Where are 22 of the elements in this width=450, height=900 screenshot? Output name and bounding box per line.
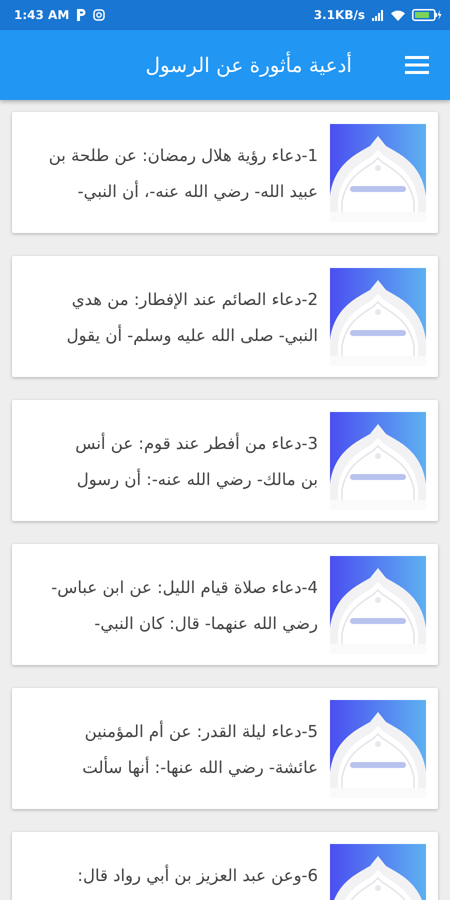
- list-card[interactable]: 6-وعن عبد العزيز بن أبي رواد قال:: [12, 832, 438, 900]
- list-card[interactable]: 3-دعاء من أفطر عند قوم: عن أنس بن مالك- رضي الله عنه-: أن رسول: [12, 400, 438, 521]
- item-text: 2-دعاء الصائم عند الإفطار: من هدي النبي- صلى الله عليه وسلم- أن يقول: [66, 289, 318, 347]
- signal-icon: [372, 10, 384, 20]
- list-card[interactable]: 1-دعاء رؤية هلال رمضان: عن طلحة بن عبيد الله- رضي الله عنه-، أن النبي-: [12, 112, 438, 233]
- item-text: 6-وعن عبد العزيز بن أبي رواد قال:: [76, 864, 318, 887]
- menu-icon: [405, 56, 429, 74]
- network-speed: 3.1KB/s: [314, 8, 365, 22]
- item-text: 4-دعاء صلاة قيام الليل: عن ابن عباس- رضي الله عنهما- قال: كان النبي-: [50, 577, 318, 635]
- list-card[interactable]: 4-دعاء صلاة قيام الليل: عن ابن عباس- رضي الله عنهما- قال: كان النبي-: [12, 544, 438, 665]
- wifi-icon: [391, 10, 405, 20]
- battery-icon: [412, 9, 442, 21]
- parking-icon: [76, 9, 86, 21]
- item-text: 5-دعاء ليلة القدر: عن أم المؤمنين عائشة- رضي الله عنها-: أنها سألت: [81, 720, 318, 779]
- app-title: أدعية مأثورة عن الرسول: [145, 53, 353, 77]
- item-text: 1-دعاء رؤية هلال رمضان: عن طلحة بن عبيد الله- رضي الله عنه-، أن النبي-: [48, 145, 318, 203]
- list-card[interactable]: 2-دعاء الصائم عند الإفطار: من هدي النبي- صلى الله عليه وسلم- أن يقول: [12, 256, 438, 377]
- list-card[interactable]: 5-دعاء ليلة القدر: عن أم المؤمنين عائشة- رضي الله عنها-: أنها سألت: [12, 688, 438, 809]
- clock: 1:43 AM: [14, 8, 70, 22]
- item-text: 3-دعاء من أفطر عند قوم: عن أنس بن مالك- رضي الله عنه-: أن رسول: [74, 432, 318, 491]
- menu-button[interactable]: [404, 55, 430, 75]
- camera-icon: [93, 9, 106, 21]
